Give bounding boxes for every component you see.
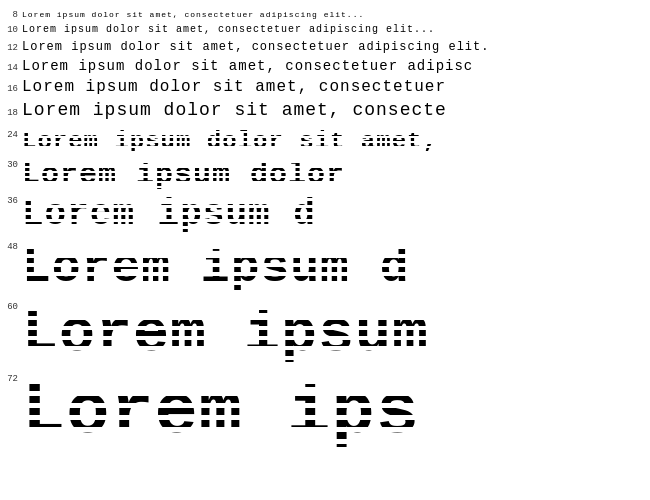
line-number-10: 10 (0, 26, 22, 35)
line-14: 14 Lorem ipsum dolor sit amet, consectet… (0, 56, 650, 76)
line-number-60: 60 (0, 300, 22, 312)
line-text-72: Lorem ips (22, 372, 420, 454)
line-number-24: 24 (0, 128, 22, 140)
line-36: 36 Lorem ipsum d (0, 194, 650, 236)
line-18: 18 Lorem ipsum dolor sit amet, consecte (0, 98, 650, 122)
line-24: 24 Lorem ipsum dolor sit amet, (0, 128, 650, 156)
line-16: 16 Lorem ipsum dolor sit amet, consectet… (0, 76, 650, 98)
line-text-24-container: Lorem ipsum dolor sit amet, (22, 128, 650, 156)
line-text-30: Lorem ipsum dolor (22, 158, 345, 192)
line-text-18: Lorem ipsum dolor sit amet, consecte (22, 98, 447, 122)
line-8: 8 Lorem ipsum dolor sit amet, consectetu… (0, 8, 650, 22)
line-12: 12 Lorem ipsum dolor sit amet, consectet… (0, 38, 650, 56)
line-text-48: Lorem ipsum d (22, 240, 409, 296)
line-text-36: Lorem ipsum d (22, 194, 316, 236)
line-text-8: Lorem ipsum dolor sit amet, consectetuer… (22, 8, 364, 22)
line-number-16: 16 (0, 85, 22, 94)
line-number-14: 14 (0, 64, 22, 73)
line-72: 72 Lorem ips (0, 372, 650, 454)
line-text-60: Lorem ipsum (22, 300, 429, 368)
line-number-30: 30 (0, 158, 22, 170)
line-number-18: 18 (0, 109, 22, 118)
line-10: 10 Lorem ipsum dolor sit amet, consectet… (0, 22, 650, 38)
line-number-48: 48 (0, 240, 22, 252)
line-30: 30 Lorem ipsum dolor (0, 158, 650, 192)
line-number-8: 8 (0, 11, 22, 20)
line-text-72-container: Lorem ips (22, 372, 650, 454)
line-text-12: Lorem ipsum dolor sit amet, consectetuer… (22, 38, 489, 56)
line-48: 48 Lorem ipsum d (0, 240, 650, 296)
line-text-24: Lorem ipsum dolor sit amet, (22, 128, 438, 156)
line-text-60-container: Lorem ipsum (22, 300, 650, 368)
line-text-36-container: Lorem ipsum d (22, 194, 650, 236)
line-60: 60 Lorem ipsum (0, 300, 650, 368)
main-page: 8 Lorem ipsum dolor sit amet, consectetu… (0, 0, 650, 500)
line-text-30-container: Lorem ipsum dolor (22, 158, 650, 192)
line-number-12: 12 (0, 44, 22, 53)
line-number-36: 36 (0, 194, 22, 206)
line-text-14: Lorem ipsum dolor sit amet, consectetuer… (22, 56, 473, 76)
line-text-48-container: Lorem ipsum d (22, 240, 650, 296)
line-number-72: 72 (0, 372, 22, 384)
line-text-16: Lorem ipsum dolor sit amet, consectetuer (22, 76, 446, 98)
line-text-10: Lorem ipsum dolor sit amet, consectetuer… (22, 22, 435, 38)
